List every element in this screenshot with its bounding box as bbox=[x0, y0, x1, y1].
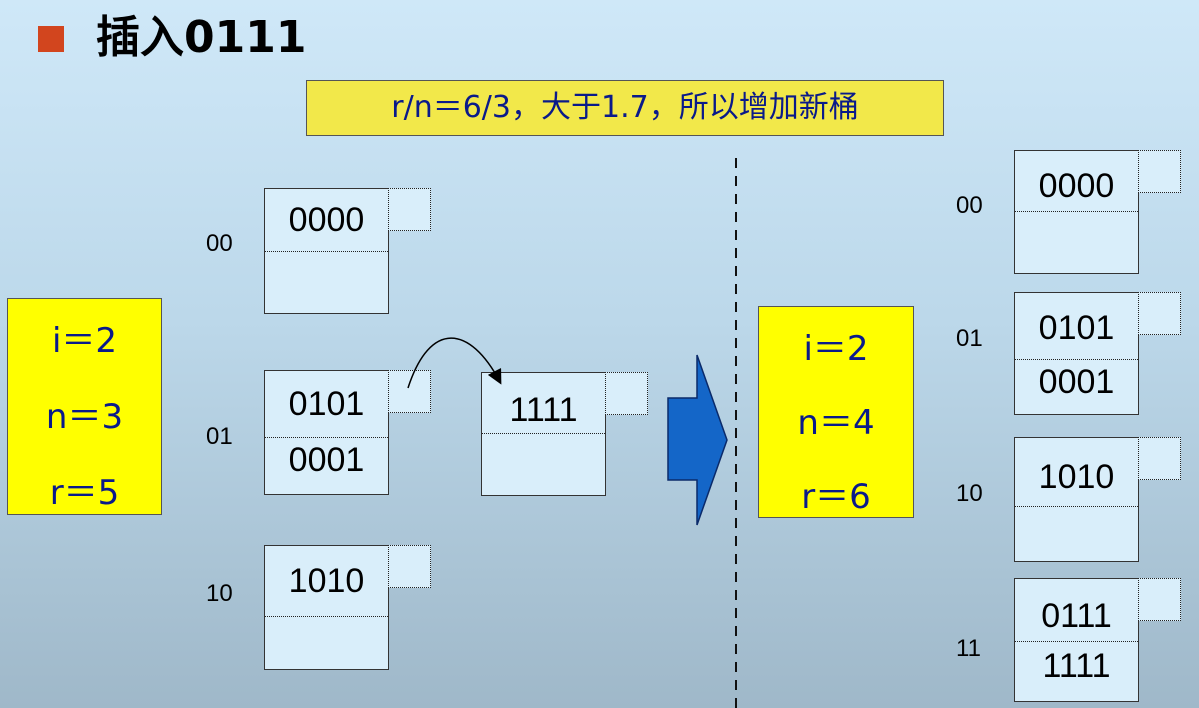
bucket-divider bbox=[1015, 359, 1138, 360]
after-bucket-label: 11 bbox=[956, 635, 981, 662]
after-params: i＝2 n＝4 r＝6 bbox=[758, 306, 914, 518]
after-bucket-11: 0111 1111 bbox=[1014, 578, 1139, 702]
after-bucket-01: 0101 0001 bbox=[1014, 292, 1139, 415]
after-pointer-10 bbox=[1138, 437, 1181, 480]
transition-arrow bbox=[667, 354, 728, 526]
bucket-divider bbox=[1015, 641, 1138, 642]
bucket-divider bbox=[1015, 506, 1138, 507]
bucket-value: 1111 bbox=[1042, 647, 1111, 685]
after-param-r: r＝6 bbox=[801, 477, 871, 517]
bucket-value: 0111 bbox=[1041, 597, 1112, 635]
after-pointer-01 bbox=[1138, 292, 1181, 335]
after-bucket-10: 1010 bbox=[1014, 437, 1139, 562]
after-pointer-00 bbox=[1138, 150, 1181, 193]
after-param-n: n＝4 bbox=[797, 403, 875, 443]
bucket-value: 1010 bbox=[1038, 458, 1115, 496]
after-bucket-label: 01 bbox=[956, 325, 983, 352]
bucket-value: 0000 bbox=[1038, 167, 1115, 205]
after-bucket-label: 10 bbox=[956, 480, 983, 507]
after-pointer-11 bbox=[1138, 578, 1181, 621]
after-bucket-00: 0000 bbox=[1014, 150, 1139, 274]
bucket-divider bbox=[1015, 211, 1138, 212]
after-bucket-label: 00 bbox=[956, 192, 983, 219]
bucket-value: 0101 bbox=[1038, 309, 1115, 347]
after-param-i: i＝2 bbox=[803, 329, 869, 369]
bucket-value: 0001 bbox=[1038, 363, 1115, 401]
overflow-chain-arrow bbox=[407, 337, 502, 389]
